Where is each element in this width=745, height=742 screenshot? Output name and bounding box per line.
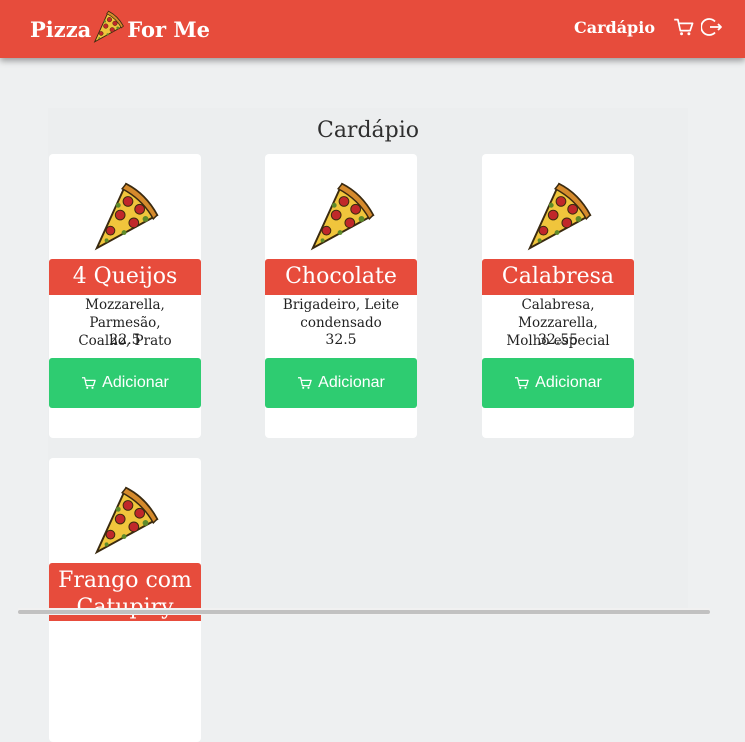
add-to-cart-button[interactable]: Adicionar — [265, 358, 417, 408]
pizza-description-line: Mozzarella, Parmesão, — [85, 297, 165, 331]
pizza-image — [528, 182, 592, 250]
top-navbar: Pizza For Me Cardápio — [0, 0, 745, 58]
add-button-label: Adicionar — [535, 374, 602, 391]
pizza-card: Chocolate Brigadeiro, Leite condensado 3… — [265, 154, 417, 438]
pizza-card: Frango com Catupiry — [49, 458, 201, 742]
pizza-image — [95, 486, 159, 554]
pizza-name: Chocolate — [265, 259, 417, 295]
add-button-label: Adicionar — [102, 374, 169, 391]
cart-icon[interactable] — [673, 16, 695, 38]
nav-link-cardapio[interactable]: Cardápio — [574, 18, 655, 37]
brand-name-left: Pizza — [30, 16, 92, 42]
add-to-cart-button[interactable]: Adicionar — [482, 358, 634, 408]
brand-logo[interactable]: Pizza For Me — [30, 10, 210, 45]
pizza-description: Brigadeiro, Leite condensado — [265, 296, 417, 332]
pizza-image — [311, 182, 375, 250]
pizza-card: Calabresa Calabresa, Mozzarella, Molho e… — [482, 154, 634, 438]
pizza-description-line: Brigadeiro, Leite — [282, 297, 400, 313]
nav-actions: Cardápio — [574, 16, 723, 38]
menu-section: Cardápio 4 Queijos Mozzarella, Parmesão,… — [48, 108, 688, 742]
add-to-cart-button[interactable]: Adicionar — [49, 358, 201, 408]
pizza-price: 32.5 — [325, 332, 357, 348]
add-button-label: Adicionar — [318, 374, 385, 391]
pizza-slice-icon — [94, 10, 125, 43]
pizza-name: Calabresa — [482, 259, 634, 295]
pizza-description-line: condensado — [300, 315, 382, 331]
pizza-card: 4 Queijos Mozzarella, Parmesão, Coalho, … — [49, 154, 201, 438]
pizza-description-line: Calabresa, Mozzarella, — [518, 297, 598, 331]
page-title: Cardápio — [316, 118, 420, 143]
pizza-price: 22.5 — [109, 332, 141, 348]
pizza-name: 4 Queijos — [49, 259, 201, 295]
pizza-price: 32.55 — [537, 332, 579, 348]
pizza-image — [95, 182, 159, 250]
cart-icon — [81, 377, 96, 390]
cart-icon — [514, 377, 529, 390]
logout-icon[interactable] — [701, 16, 723, 38]
brand-name-right: For Me — [127, 16, 210, 42]
cart-icon — [297, 377, 312, 390]
horizontal-scrollbar-thumb[interactable] — [18, 610, 710, 614]
